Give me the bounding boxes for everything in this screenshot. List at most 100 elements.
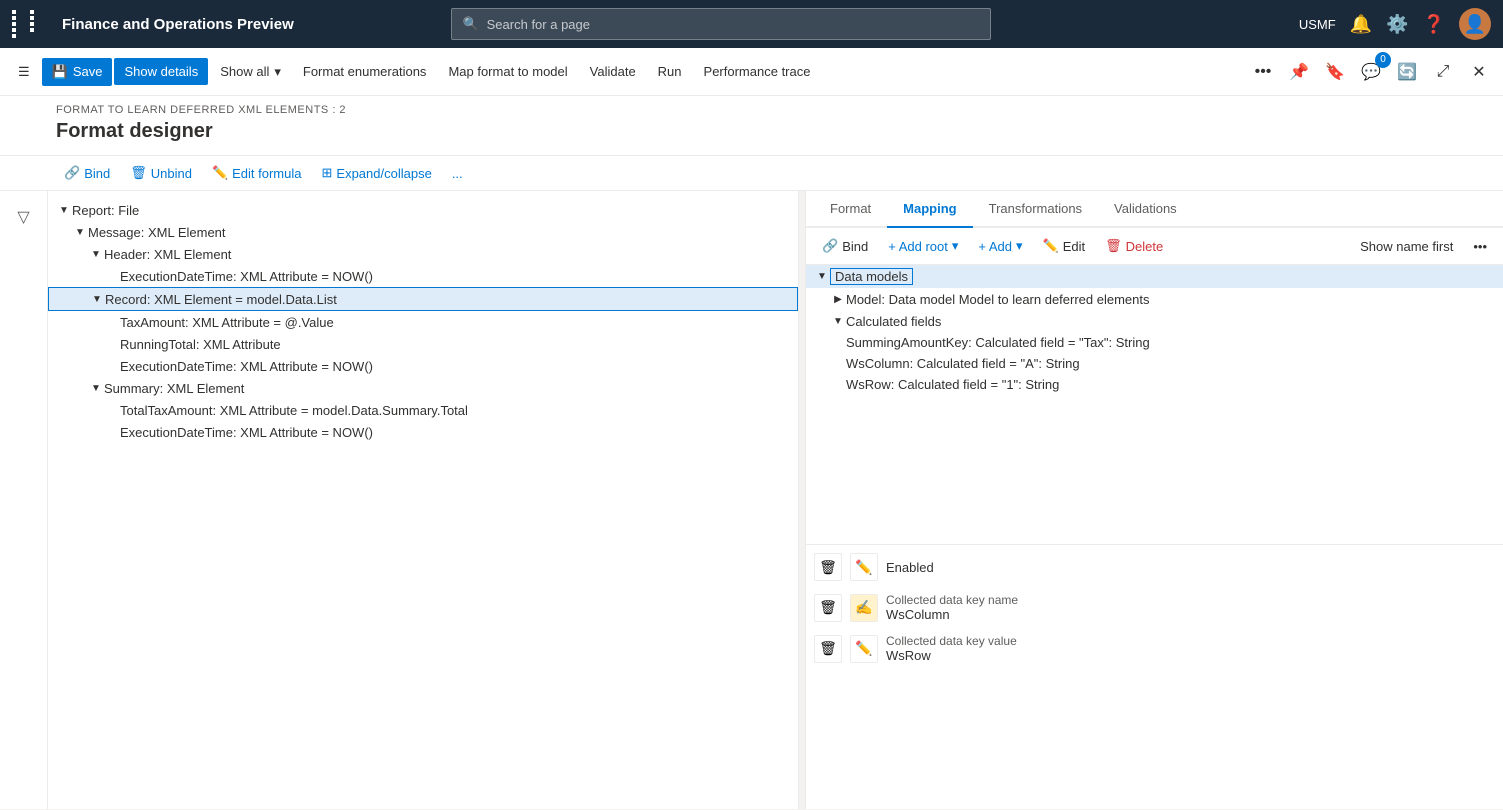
- key-name-edit-button[interactable]: ✍️: [850, 594, 878, 622]
- tree-toggle-icon[interactable]: ▼: [89, 291, 105, 307]
- model-item[interactable]: ▼Data models: [806, 265, 1503, 288]
- tree-item-label: TotalTaxAmount: XML Attribute = model.Da…: [120, 403, 468, 418]
- unbind-button[interactable]: 🗑 Unbind: [122, 160, 200, 186]
- panel-divider[interactable]: [798, 191, 806, 809]
- model-item[interactable]: ▼Calculated fields: [806, 310, 1503, 332]
- key-name-prop-row: 🗑 ✍️ Collected data key name WsColumn: [814, 593, 1495, 622]
- expand-collapse-icon: ⊞: [322, 165, 333, 181]
- app-title: Finance and Operations Preview: [62, 16, 294, 33]
- app-launcher-icon[interactable]: [12, 10, 46, 38]
- tree-item-label: RunningTotal: XML Attribute: [120, 337, 281, 352]
- edit-formula-button[interactable]: ✏️ Edit formula: [204, 160, 310, 186]
- enabled-edit-button[interactable]: ✏️: [850, 553, 878, 581]
- key-name-label: Collected data key name: [886, 593, 1018, 607]
- model-item-label: SummingAmountKey: Calculated field = "Ta…: [846, 335, 1150, 350]
- delete-button[interactable]: 🗑 Delete: [1097, 234, 1171, 258]
- sub-more-button[interactable]: ...: [444, 161, 471, 186]
- performance-trace-button[interactable]: Performance trace: [694, 58, 821, 85]
- tree-item[interactable]: ▼Summary: XML Element: [48, 377, 798, 399]
- toolbar-bookmark-button[interactable]: 🔖: [1319, 56, 1351, 88]
- key-value-prop-row: 🗑 ✏️ Collected data key value WsRow: [814, 634, 1495, 663]
- help-icon[interactable]: ❓: [1423, 14, 1445, 35]
- model-toggle-icon[interactable]: ▼: [830, 313, 846, 329]
- bind-button[interactable]: 🔗 Bind: [56, 160, 118, 186]
- toolbar-close-button[interactable]: ✕: [1463, 56, 1495, 88]
- run-button[interactable]: Run: [648, 58, 692, 85]
- map-format-to-model-button[interactable]: Map format to model: [438, 58, 577, 85]
- tab-format[interactable]: Format: [814, 191, 887, 228]
- show-all-button[interactable]: Show all ▾: [210, 58, 291, 86]
- tree-item[interactable]: ExecutionDateTime: XML Attribute = NOW(): [48, 265, 798, 287]
- mapping-bind-button[interactable]: 🔗 Bind: [814, 234, 876, 258]
- model-item[interactable]: WsColumn: Calculated field = "A": String: [806, 353, 1503, 374]
- add-button[interactable]: + Add ▾: [970, 234, 1030, 258]
- link-icon: 🔗: [64, 165, 80, 181]
- global-search[interactable]: 🔍 Search for a page: [451, 8, 991, 40]
- key-value-value-group: Collected data key value WsRow: [886, 634, 1017, 663]
- expand-icon: ⤢: [1437, 63, 1450, 81]
- user-avatar[interactable]: 👤: [1459, 8, 1491, 40]
- tree-toggle-icon[interactable]: [104, 358, 120, 374]
- tree-item-label: Record: XML Element = model.Data.List: [105, 292, 337, 307]
- format-enumerations-button[interactable]: Format enumerations: [293, 58, 437, 85]
- tree-item[interactable]: ExecutionDateTime: XML Attribute = NOW(): [48, 355, 798, 377]
- validate-button[interactable]: Validate: [580, 58, 646, 85]
- hamburger-icon: ☰: [18, 64, 30, 80]
- add-root-button[interactable]: + Add root ▾: [880, 234, 966, 258]
- toolbar-pin-button[interactable]: 📌: [1283, 56, 1315, 88]
- tree-item[interactable]: ▼Report: File: [48, 199, 798, 221]
- expand-collapse-button[interactable]: ⊞ Expand/collapse: [314, 160, 440, 186]
- edit-button[interactable]: ✏️ Edit: [1035, 234, 1094, 258]
- hamburger-menu-button[interactable]: ☰: [8, 58, 40, 86]
- tree-item[interactable]: ExecutionDateTime: XML Attribute = NOW(): [48, 421, 798, 443]
- tree-item-label: Message: XML Element: [88, 225, 226, 240]
- tree-item[interactable]: TotalTaxAmount: XML Attribute = model.Da…: [48, 399, 798, 421]
- toolbar-more-button[interactable]: •••: [1247, 56, 1279, 88]
- toolbar-expand-button[interactable]: ⤢: [1427, 56, 1459, 88]
- model-item-label: WsColumn: Calculated field = "A": String: [846, 356, 1080, 371]
- key-name-delete-button[interactable]: 🗑: [814, 594, 842, 622]
- model-toggle-icon[interactable]: ▶: [830, 291, 846, 307]
- tab-mapping[interactable]: Mapping: [887, 191, 972, 228]
- delete-icon: 🗑: [1105, 238, 1122, 254]
- save-button[interactable]: 💾 Save: [42, 58, 113, 86]
- model-item[interactable]: WsRow: Calculated field = "1": String: [806, 374, 1503, 395]
- tree-toggle-icon[interactable]: [104, 314, 120, 330]
- tree-item[interactable]: TaxAmount: XML Attribute = @.Value: [48, 311, 798, 333]
- notification-icon[interactable]: 🔔: [1350, 14, 1372, 35]
- filter-icon[interactable]: ▽: [6, 199, 42, 235]
- tree-item-label: Report: File: [72, 203, 139, 218]
- formula-icon: ✏️: [212, 165, 228, 181]
- show-details-button[interactable]: Show details: [114, 58, 208, 85]
- tree-item[interactable]: ▼Record: XML Element = model.Data.List: [48, 287, 798, 311]
- close-icon: ✕: [1472, 62, 1485, 82]
- mapping-more-button[interactable]: •••: [1465, 235, 1495, 258]
- tree-toggle-icon[interactable]: ▼: [72, 224, 88, 240]
- tree-toggle-icon[interactable]: [104, 402, 120, 418]
- search-icon: 🔍: [462, 16, 478, 32]
- tree-toggle-icon[interactable]: ▼: [88, 380, 104, 396]
- model-item[interactable]: ▶Model: Data model Model to learn deferr…: [806, 288, 1503, 310]
- toolbar-refresh-button[interactable]: 🔄: [1391, 56, 1423, 88]
- save-icon: 💾: [52, 64, 68, 80]
- tree-item[interactable]: RunningTotal: XML Attribute: [48, 333, 798, 355]
- key-value-delete-button[interactable]: 🗑: [814, 635, 842, 663]
- tree-toggle-icon[interactable]: [104, 336, 120, 352]
- tree-toggle-icon[interactable]: ▼: [88, 246, 104, 262]
- tree-toggle-icon[interactable]: [104, 268, 120, 284]
- tab-transformations[interactable]: Transformations: [973, 191, 1098, 228]
- pin-icon: 📌: [1289, 62, 1309, 82]
- model-item[interactable]: SummingAmountKey: Calculated field = "Ta…: [806, 332, 1503, 353]
- show-name-first-button[interactable]: Show name first: [1352, 235, 1461, 258]
- mapping-toolbar: 🔗 Bind + Add root ▾ + Add ▾ ✏️ Edit 🗑 De…: [806, 228, 1503, 265]
- key-value-edit-button[interactable]: ✏️: [850, 635, 878, 663]
- tree-item[interactable]: ▼Header: XML Element: [48, 243, 798, 265]
- tree-toggle-icon[interactable]: ▼: [56, 202, 72, 218]
- tree-item[interactable]: ▼Message: XML Element: [48, 221, 798, 243]
- enabled-delete-button[interactable]: 🗑: [814, 553, 842, 581]
- settings-icon[interactable]: ⚙️: [1386, 14, 1408, 35]
- model-header-toggle[interactable]: ▼: [814, 269, 830, 285]
- tab-validations[interactable]: Validations: [1098, 191, 1193, 228]
- tree-toggle-icon[interactable]: [104, 424, 120, 440]
- key-value-label: Collected data key value: [886, 634, 1017, 648]
